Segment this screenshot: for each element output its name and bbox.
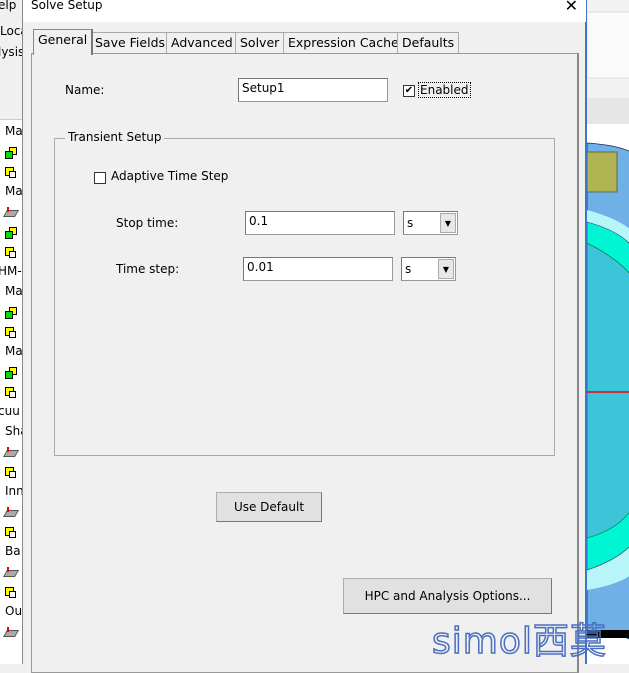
solve-setup-dialog: Solve Setup ✕ General Save Fields Advanc… [22, 0, 586, 673]
tree-item[interactable]: Inn [5, 484, 22, 502]
tree-item[interactable] [0, 564, 22, 582]
tree-item[interactable] [0, 324, 22, 342]
tree-item[interactable] [0, 584, 22, 602]
tab-save-fields[interactable]: Save Fields [90, 32, 171, 54]
red-sheet-icon [2, 447, 20, 459]
chevron-down-icon[interactable]: ▼ [438, 259, 454, 279]
name-label: Name: [65, 83, 105, 97]
red-sheet-icon [2, 207, 20, 219]
use-default-button[interactable]: Use Default [216, 492, 322, 522]
stop-time-label: Stop time: [116, 216, 179, 230]
yellow-object-icon [5, 387, 17, 399]
tab-general[interactable]: General [33, 29, 94, 55]
time-step-label: Time step: [116, 262, 180, 276]
toolbar-fragment[interactable]: Loca [0, 24, 22, 38]
transient-setup-group: Transient Setup Adaptive Time Step Stop … [54, 130, 555, 456]
yellow-object-icon [5, 327, 17, 339]
tree-item[interactable]: Ma [5, 284, 22, 302]
tree-item[interactable] [0, 524, 22, 542]
adaptive-time-step-label[interactable]: Adaptive Time Step [111, 169, 228, 183]
red-sheet-icon [2, 627, 20, 639]
tree-item[interactable] [0, 504, 22, 522]
simol-watermark-logo: simol西莫 [431, 621, 607, 662]
adaptive-time-step-checkbox[interactable] [94, 172, 106, 184]
time-step-input[interactable]: 0.01 [243, 257, 393, 281]
tab-defaults[interactable]: Defaults [397, 32, 460, 54]
tree-item[interactable] [0, 624, 22, 642]
chevron-down-icon[interactable]: ▼ [440, 213, 456, 233]
tree-item[interactable] [0, 384, 22, 402]
tab-solver[interactable]: Solver [235, 32, 285, 54]
green-yellow-object-icon [5, 147, 17, 159]
tree-item[interactable] [0, 364, 22, 382]
yellow-object-icon [5, 467, 17, 479]
tree-item[interactable] [0, 304, 22, 322]
yellow-object-icon [5, 587, 17, 599]
dialog-title: Solve Setup [31, 0, 103, 12]
general-tab-panel: Name: Setup1 ✔ Enabled Transient Setup A… [31, 53, 579, 673]
background-app-left: elp Loca lysis Ma Ma HM- Ma Ma cuu Sha Inn Ba Ou [0, 0, 22, 664]
tree-item[interactable] [0, 144, 22, 162]
yellow-object-icon [5, 247, 17, 259]
close-icon[interactable]: ✕ [565, 0, 578, 15]
tree-item[interactable] [0, 224, 22, 242]
tree-item[interactable]: Ou [5, 604, 22, 622]
green-yellow-object-icon [5, 227, 17, 239]
toolbar-fragment[interactable]: lysis [0, 45, 22, 59]
red-sheet-icon [2, 567, 20, 579]
red-sheet-icon [2, 507, 20, 519]
tree-item[interactable]: HM- [0, 264, 22, 282]
model-view-background [585, 0, 629, 664]
enabled-checkbox[interactable]: ✔ [403, 85, 415, 97]
tab-advanced[interactable]: Advanced [166, 32, 238, 54]
stop-time-unit-value: s [407, 216, 414, 230]
green-yellow-object-icon [5, 307, 17, 319]
tree-item[interactable]: Sha [5, 424, 22, 442]
tab-expression-cache[interactable]: Expression Cache [283, 32, 404, 54]
enabled-label[interactable]: Enabled [418, 82, 471, 98]
tree-item[interactable] [0, 244, 22, 262]
tree-item[interactable]: Ma [5, 184, 22, 202]
hpc-analysis-options-button[interactable]: HPC and Analysis Options... [343, 578, 552, 614]
time-step-unit-select[interactable]: s ▼ [401, 257, 456, 281]
tree-item[interactable] [0, 464, 22, 482]
tree-item[interactable]: Ma [5, 344, 22, 362]
stop-time-unit-select[interactable]: s ▼ [403, 211, 458, 235]
dialog-titlebar[interactable]: Solve Setup ✕ [23, 0, 586, 22]
tree-item[interactable] [0, 444, 22, 462]
name-input[interactable]: Setup1 [238, 78, 388, 102]
model-geometry-view [587, 0, 629, 664]
tree-item[interactable]: Ba [5, 544, 22, 562]
tree-item[interactable] [0, 164, 22, 182]
tree-item[interactable]: Ma [5, 124, 22, 142]
yellow-object-icon [5, 527, 17, 539]
tree-item[interactable] [0, 204, 22, 222]
yellow-object-icon [5, 167, 17, 179]
transient-setup-title: Transient Setup [65, 130, 165, 144]
green-yellow-object-icon [5, 367, 17, 379]
background-toolbar [0, 0, 22, 120]
menu-help-fragment[interactable]: elp [0, 0, 16, 12]
stop-time-input[interactable]: 0.1 [245, 211, 395, 235]
time-step-unit-value: s [405, 262, 412, 276]
tree-item[interactable]: cuu [0, 404, 20, 422]
